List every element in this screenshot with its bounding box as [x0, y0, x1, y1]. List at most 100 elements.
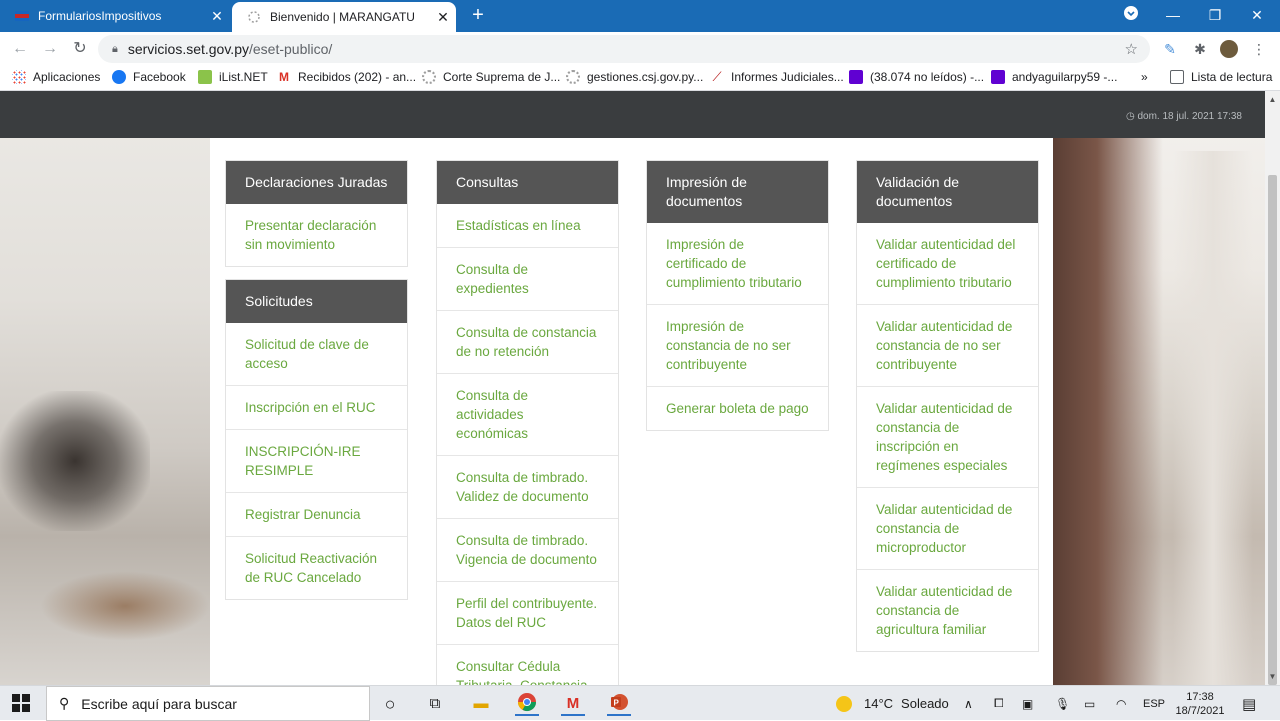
link-estadisticas[interactable]: Estadísticas en línea	[437, 204, 618, 247]
tab-search-icon[interactable]	[1108, 0, 1154, 30]
microphone-icon[interactable]: 🎙︎	[1055, 686, 1070, 721]
link-solicitud-clave[interactable]: Solicitud de clave de acceso	[226, 323, 407, 385]
minimize-button[interactable]: —	[1150, 0, 1196, 30]
more-bookmarks-label: »	[1141, 70, 1148, 84]
windows-taskbar: ⚲ Escribe aquí para buscar ○ ⧉ ▬ M P 14°…	[0, 685, 1280, 721]
more-bookmarks-button[interactable]: »	[1141, 70, 1148, 84]
close-tab-icon[interactable]: ✕	[430, 9, 456, 26]
new-tab-button[interactable]: +	[466, 4, 490, 28]
link-actividades-economicas[interactable]: Consulta de actividades económicas	[437, 373, 618, 455]
link-no-retencion[interactable]: Consulta de constancia de no retención	[437, 310, 618, 373]
show-hidden-icons-button[interactable]: ∧	[964, 686, 973, 721]
url-path: /eset-publico/	[248, 41, 333, 57]
windows-start-icon[interactable]	[12, 694, 30, 712]
clock-date: 18/7/2021	[1175, 704, 1225, 717]
chrome-taskbar-icon[interactable]	[515, 692, 539, 716]
bookmark-gmail[interactable]: M Recibidos (202) - an...	[277, 70, 416, 84]
close-window-button[interactable]: ✕	[1234, 0, 1280, 30]
reload-button[interactable]: ↻	[68, 37, 92, 61]
link-timbrado-vigencia[interactable]: Consulta de timbrado. Vigencia de docume…	[437, 518, 618, 581]
yahoo-icon	[849, 70, 863, 84]
site-header: ◷ dom. 18 jul. 2021 17:38	[0, 91, 1265, 138]
sun-icon	[836, 695, 852, 712]
link-impresion-constancia[interactable]: Impresión de constancia de no ser contri…	[647, 304, 828, 386]
link-generar-boleta[interactable]: Generar boleta de pago	[647, 386, 828, 430]
link-perfil-contribuyente[interactable]: Perfil del contribuyente. Datos del RUC	[437, 581, 618, 644]
task-view-icon[interactable]: ⧉	[423, 692, 447, 716]
link-registrar-denuncia[interactable]: Registrar Denuncia	[226, 492, 407, 536]
link-validar-certificado[interactable]: Validar autenticidad del certificado de …	[857, 223, 1038, 304]
link-timbrado-validez[interactable]: Consulta de timbrado. Validez de documen…	[437, 455, 618, 518]
language-indicator[interactable]: ESP	[1143, 686, 1165, 721]
bookmark-ilist[interactable]: iList.NET	[198, 70, 268, 84]
weather-text: Soleado	[901, 696, 949, 711]
powerpoint-taskbar-icon[interactable]: P	[607, 692, 631, 716]
file-explorer-icon[interactable]: ▬	[469, 692, 493, 716]
loading-favicon-icon	[246, 9, 262, 25]
panel-impresion-documentos: Impresión de documentos Impresión de cer…	[646, 160, 829, 431]
lock-icon[interactable]: 🔒︎	[112, 43, 118, 56]
panel-title: Impresión de documentos	[647, 161, 828, 223]
bookmark-yahoo-mail[interactable]: (38.074 no leídos) -...	[849, 70, 984, 84]
extensions-puzzle-icon[interactable]: ✱	[1191, 40, 1209, 58]
bookmark-corte-suprema[interactable]: Corte Suprema de J...	[422, 70, 560, 84]
link-expedientes[interactable]: Consulta de expedientes	[437, 247, 618, 310]
link-presentar-declaracion[interactable]: Presentar declaración sin movimiento	[226, 204, 407, 266]
facebook-icon	[112, 70, 126, 84]
meet-now-icon[interactable]: ⧠	[994, 686, 1004, 721]
system-clock[interactable]: 17:38 18/7/2021	[1172, 686, 1228, 721]
bookmark-facebook[interactable]: Facebook	[112, 70, 186, 84]
tab-title: FormulariosImpositivos	[38, 9, 162, 23]
link-validar-no-contribuyente[interactable]: Validar autenticidad de constancia de no…	[857, 304, 1038, 386]
bookmark-label: (38.074 no leídos) -...	[870, 70, 985, 84]
scrollbar-thumb[interactable]	[1268, 175, 1277, 685]
scroll-up-icon[interactable]: ▲	[1265, 95, 1280, 104]
extension-pen-icon[interactable]: ✎	[1161, 40, 1179, 58]
link-validar-agricultura[interactable]: Validar autenticidad de constancia de ag…	[857, 569, 1038, 651]
screen-capture-icon[interactable]: ▣	[1022, 686, 1033, 721]
bookmark-yahoo-andy[interactable]: andyaguilarpy59 -...	[991, 70, 1117, 84]
page-scrollbar[interactable]: ▲ ▼	[1265, 91, 1280, 685]
address-bar[interactable]: 🔒︎ servicios.set.gov.py/eset-publico/ ☆	[98, 35, 1150, 63]
profile-avatar[interactable]	[1220, 40, 1238, 58]
menu-kebab-icon[interactable]: ⋮	[1250, 40, 1268, 58]
link-reactivacion-ruc[interactable]: Solicitud Reactivación de RUC Cancelado	[226, 536, 407, 599]
restore-button[interactable]: ❐	[1192, 0, 1238, 30]
notifications-icon[interactable]: ▤	[1242, 686, 1256, 721]
bookmark-gestiones[interactable]: gestiones.csj.gov.py...	[566, 70, 703, 84]
close-tab-icon[interactable]: ✕	[204, 8, 230, 25]
forward-button[interactable]: →	[38, 37, 62, 61]
panel-solicitudes: Solicitudes Solicitud de clave de acceso…	[225, 279, 408, 600]
gmail-icon: M	[279, 70, 289, 84]
bookmark-star-icon[interactable]: ☆	[1125, 40, 1138, 58]
reading-list-button[interactable]: Lista de lectura	[1170, 70, 1272, 84]
bookmark-label: Recibidos (202) - an...	[298, 70, 417, 84]
link-validar-regimenes[interactable]: Validar autenticidad de constancia de in…	[857, 386, 1038, 487]
back-button[interactable]: ←	[8, 37, 32, 61]
search-icon: ⚲	[59, 695, 70, 711]
cortana-circle-icon[interactable]: ○	[378, 692, 402, 716]
gmail-taskbar-icon[interactable]: M	[561, 692, 585, 716]
link-inscripcion-ire[interactable]: INSCRIPCIÓN-IRE RESIMPLE	[226, 429, 407, 492]
bookmark-informes[interactable]: ⟋ Informes Judiciales...	[710, 70, 843, 85]
tab-marangatu[interactable]: Bienvenido | MARANGATU ✕	[232, 2, 456, 32]
link-inscripcion-ruc[interactable]: Inscripción en el RUC	[226, 385, 407, 429]
bookmark-aplicaciones[interactable]: Aplicaciones	[12, 70, 100, 84]
ilist-icon	[198, 70, 212, 84]
link-impresion-certificado[interactable]: Impresión de certificado de cumplimiento…	[647, 223, 828, 304]
link-cedula-tributaria[interactable]: Consultar Cédula Tributaria, Constancia …	[437, 644, 618, 685]
scroll-down-icon[interactable]: ▼	[1265, 672, 1280, 681]
battery-icon[interactable]: ▭	[1084, 686, 1095, 721]
panel-title: Consultas	[437, 161, 618, 204]
link-validar-microproductor[interactable]: Validar autenticidad de constancia de mi…	[857, 487, 1038, 569]
bookmark-label: iList.NET	[219, 70, 268, 84]
yahoo-icon	[991, 70, 1005, 84]
weather-widget[interactable]: 14°C Soleado	[836, 686, 949, 721]
bookmark-label: andyaguilarpy59 -...	[1012, 70, 1118, 84]
taskbar-search-input[interactable]: ⚲ Escribe aquí para buscar	[46, 686, 370, 721]
svg-text:P: P	[614, 699, 620, 708]
wifi-icon[interactable]: ◠	[1116, 686, 1126, 721]
url-host: servicios.set.gov.py	[127, 41, 249, 57]
tab-strip: FormulariosImpositivos ✕ Bienvenido | MA…	[0, 0, 1280, 32]
tab-formularios[interactable]: FormulariosImpositivos ✕	[0, 0, 230, 32]
